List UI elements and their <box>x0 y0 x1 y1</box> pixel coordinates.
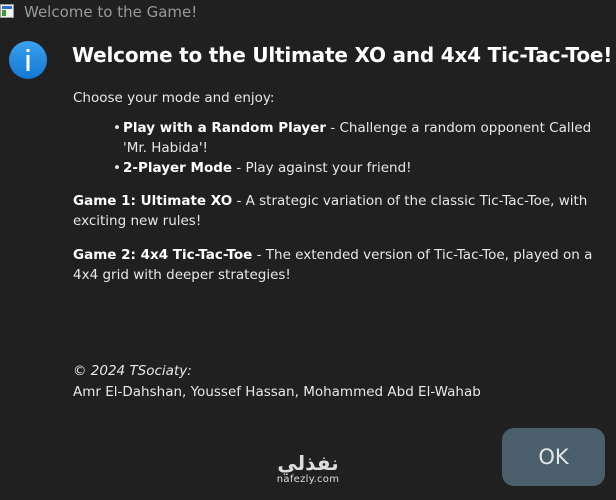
game-1-description: Game 1: Ultimate XO - A strategic variat… <box>73 191 603 231</box>
watermark-logo: نفذلي nafezly.com <box>268 452 348 486</box>
mode-description: - Play against your friend! <box>232 160 412 176</box>
window-title: Welcome to the Game! <box>24 3 198 21</box>
copyright-text: © 2024 TSociaty: <box>73 363 192 379</box>
intro-text: Choose your mode and enjoy: <box>73 90 275 106</box>
ok-button[interactable]: OK <box>502 428 605 486</box>
watermark-main: نفذلي <box>277 451 339 475</box>
dialog-heading: Welcome to the Ultimate XO and 4x4 Tic-T… <box>72 43 613 67</box>
mode-list: • Play with a Random Player - Challenge a… <box>73 118 603 178</box>
credits: © 2024 TSociaty: Amr El-Dahshan, Youssef… <box>73 361 481 403</box>
mode-item-random: • Play with a Random Player - Challenge a… <box>113 118 603 158</box>
mode-item-two-player: • 2-Player Mode - Play against your frien… <box>113 158 603 178</box>
bullet-icon: • <box>113 120 121 136</box>
dialog-window: Welcome to the Game! Welcome to the Ulti… <box>0 0 616 500</box>
title-bar[interactable]: Welcome to the Game! <box>0 0 616 25</box>
bullet-icon: • <box>113 160 121 176</box>
mode-name: Play with a Random Player <box>123 120 327 136</box>
game-name: Game 1: Ultimate XO <box>73 193 233 209</box>
app-icon <box>0 4 14 18</box>
watermark-url: nafezly.com <box>276 474 340 485</box>
mode-name: 2-Player Mode <box>123 160 233 176</box>
info-icon <box>9 41 47 79</box>
game-name: Game 2: 4x4 Tic-Tac-Toe <box>73 247 253 263</box>
dialog-message: Choose your mode and enjoy: • Play with a… <box>73 88 603 299</box>
game-2-description: Game 2: 4x4 Tic-Tac-Toe - The extended v… <box>73 245 603 285</box>
authors-text: Amr El-Dahshan, Youssef Hassan, Mohammed… <box>73 384 481 400</box>
